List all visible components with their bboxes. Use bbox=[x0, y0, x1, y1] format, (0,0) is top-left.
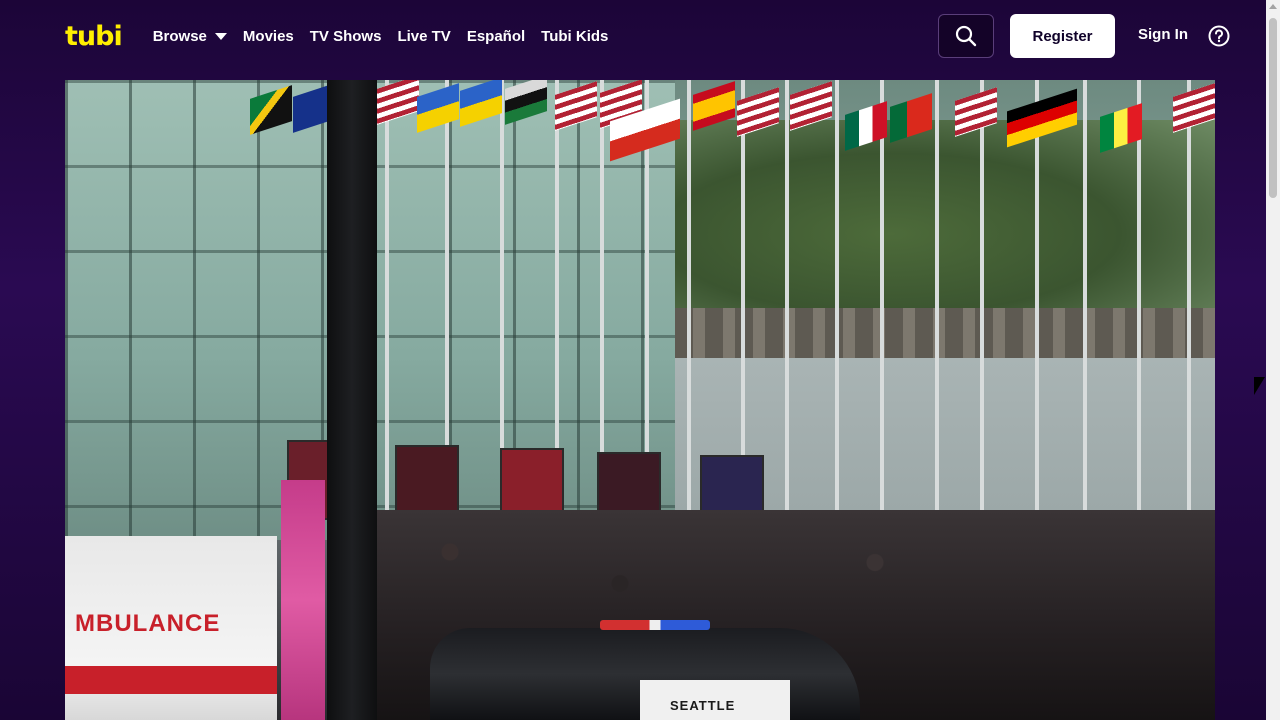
tubi-logo[interactable]: tubi bbox=[65, 23, 123, 50]
flag-pole bbox=[1187, 80, 1191, 530]
flag-pole bbox=[1083, 80, 1087, 530]
help-icon bbox=[1208, 25, 1230, 47]
scene-black-post bbox=[327, 80, 377, 720]
scroll-up-icon[interactable] bbox=[1269, 4, 1277, 9]
search-button[interactable] bbox=[938, 14, 994, 58]
flag-pole bbox=[385, 80, 389, 530]
flag-pole bbox=[1137, 80, 1141, 530]
main-nav: Browse Movies TV Shows Live TV Español T… bbox=[153, 28, 625, 45]
scene-trees bbox=[675, 120, 1215, 310]
flag-pole bbox=[1035, 80, 1039, 530]
scene-ambulance: MBULANCE bbox=[65, 536, 277, 720]
scene-rocks bbox=[675, 308, 1215, 360]
police-text: SEATTLE bbox=[670, 698, 736, 713]
search-icon bbox=[955, 25, 977, 47]
nav-live-tv[interactable]: Live TV bbox=[397, 28, 450, 45]
flag-pole bbox=[687, 80, 691, 530]
nav-espanol[interactable]: Español bbox=[467, 28, 525, 45]
ambulance-stripe bbox=[65, 666, 277, 694]
help-button[interactable] bbox=[1208, 25, 1230, 47]
flag-pole bbox=[935, 80, 939, 530]
flag-pole bbox=[880, 80, 884, 530]
video-player[interactable]: MBULANCE SEATTLE bbox=[65, 80, 1215, 720]
police-lightbar bbox=[600, 620, 710, 630]
scroll-thumb[interactable] bbox=[1269, 18, 1277, 198]
register-button[interactable]: Register bbox=[1010, 14, 1115, 58]
ambulance-text: MBULANCE bbox=[75, 610, 221, 637]
chevron-down-icon bbox=[214, 32, 227, 40]
nav-browse[interactable]: Browse bbox=[153, 28, 227, 45]
flag-pole bbox=[785, 80, 789, 530]
nav-browse-label: Browse bbox=[152, 27, 207, 45]
flag-pole bbox=[835, 80, 839, 530]
mouse-cursor-icon bbox=[1254, 377, 1265, 395]
nav-tv-shows[interactable]: TV Shows bbox=[310, 28, 382, 45]
flag-pole bbox=[980, 80, 984, 530]
nav-movies[interactable]: Movies bbox=[243, 28, 294, 45]
nav-tubi-kids[interactable]: Tubi Kids bbox=[541, 28, 608, 45]
sign-in-link[interactable]: Sign In bbox=[1138, 26, 1188, 43]
scene-pink-banner bbox=[281, 480, 325, 720]
page-scrollbar[interactable] bbox=[1266, 0, 1280, 720]
scene-police-car: SEATTLE bbox=[430, 620, 860, 720]
